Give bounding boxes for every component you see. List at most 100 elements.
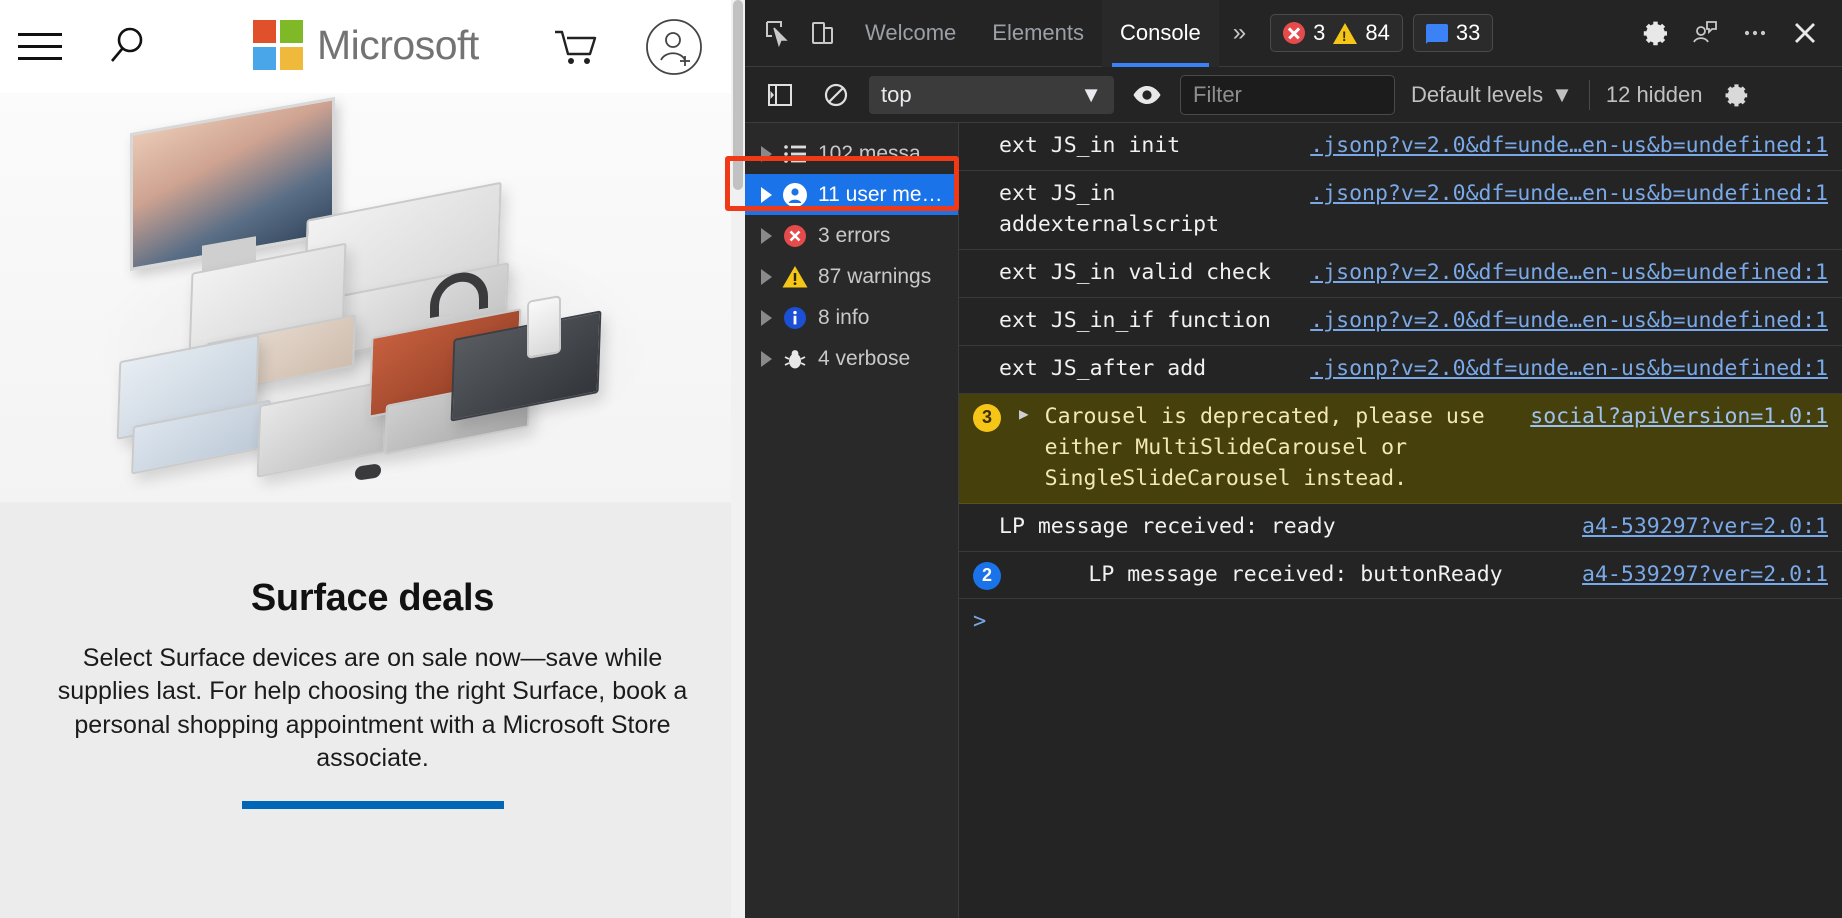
- tab-welcome-label: Welcome: [865, 20, 956, 46]
- tab-console[interactable]: Console: [1102, 0, 1219, 67]
- deals-title: Surface deals: [42, 577, 703, 620]
- microsoft-logo[interactable]: Microsoft: [253, 20, 479, 70]
- console-filter-input[interactable]: [1180, 75, 1395, 115]
- devtools-panel: Welcome Elements Console » 3 84 33: [745, 0, 1842, 918]
- sidebar-item-warnings[interactable]: 87 warnings: [745, 256, 958, 297]
- device-speaker: [527, 295, 561, 359]
- console-message-text: Carousel is deprecated, please use eithe…: [1045, 402, 1519, 495]
- list-icon: [782, 141, 808, 167]
- expand-triangle-icon[interactable]: [761, 146, 772, 162]
- log-levels-label: Default levels: [1411, 82, 1543, 108]
- gear-icon[interactable]: [1632, 10, 1678, 56]
- console-message-text: ext JS_in addexternalscript: [999, 179, 1298, 241]
- shopping-cart-icon[interactable]: [553, 28, 599, 68]
- console-row[interactable]: ext JS_in_if function .jsonp?v=2.0&df=un…: [959, 298, 1842, 346]
- console-row[interactable]: LP message received: ready a4-539297?ver…: [959, 504, 1842, 552]
- microsoft-site-header: Microsoft: [0, 0, 745, 93]
- expand-triangle-icon[interactable]: [761, 228, 772, 244]
- search-icon[interactable]: [104, 23, 150, 69]
- toolbar-divider: [1589, 80, 1590, 110]
- hero-banner: [0, 93, 745, 503]
- surface-deals-section: Surface deals Select Surface devices are…: [0, 503, 745, 918]
- tab-welcome[interactable]: Welcome: [847, 0, 974, 67]
- repeat-count-badge: 2: [973, 562, 1001, 590]
- expand-triangle-icon[interactable]: ▶: [1019, 402, 1029, 425]
- deals-cta-button[interactable]: [242, 801, 504, 809]
- sidebar-item-errors-label: 3 errors: [818, 224, 890, 248]
- inspect-element-icon[interactable]: [755, 10, 801, 56]
- sidebar-item-info-label: 8 info: [818, 306, 869, 330]
- warning-icon: [1333, 23, 1357, 44]
- page-scrollbar-thumb[interactable]: [733, 0, 743, 190]
- execution-context-value: top: [881, 82, 912, 108]
- console-source-link[interactable]: .jsonp?v=2.0&df=unde…en-us&b=undefined:1: [1310, 354, 1828, 385]
- console-source-link[interactable]: .jsonp?v=2.0&df=unde…en-us&b=undefined:1: [1310, 306, 1828, 337]
- console-row[interactable]: ext JS_in valid check .jsonp?v=2.0&df=un…: [959, 250, 1842, 298]
- execution-context-select[interactable]: top ▼: [869, 76, 1114, 114]
- error-icon: [782, 223, 808, 249]
- sidebar-item-warnings-label: 87 warnings: [818, 265, 931, 289]
- live-expression-icon[interactable]: [1124, 72, 1170, 118]
- sidebar-item-messages[interactable]: 102 messa…: [745, 133, 958, 174]
- expand-triangle-icon[interactable]: [761, 310, 772, 326]
- devtools-tabbar: Welcome Elements Console » 3 84 33: [745, 0, 1842, 67]
- brand-name: Microsoft: [317, 22, 479, 69]
- console-source-link[interactable]: social?apiVersion=1.0:1: [1530, 402, 1828, 433]
- clear-console-icon[interactable]: [813, 72, 859, 118]
- sidebar-item-errors[interactable]: 3 errors: [745, 215, 958, 256]
- console-source-link[interactable]: .jsonp?v=2.0&df=unde…en-us&b=undefined:1: [1310, 258, 1828, 289]
- tab-elements[interactable]: Elements: [974, 0, 1102, 67]
- console-row[interactable]: ext JS_in addexternalscript .jsonp?v=2.0…: [959, 171, 1842, 250]
- web-page-viewport: Microsoft: [0, 0, 745, 918]
- sidebar-item-verbose-label: 4 verbose: [818, 347, 910, 371]
- hamburger-icon[interactable]: [18, 26, 62, 66]
- microsoft-squares-icon: [253, 20, 303, 70]
- sidebar-item-messages-label: 102 messa…: [818, 142, 942, 166]
- console-prompt[interactable]: >: [959, 599, 1842, 644]
- console-message-text: ext JS_in_if function: [999, 306, 1271, 337]
- console-source-link[interactable]: a4-539297?ver=2.0:1: [1582, 512, 1828, 543]
- more-options-icon[interactable]: [1732, 10, 1778, 56]
- hidden-messages-count: 12 hidden: [1606, 82, 1703, 108]
- error-count: 3: [1313, 20, 1325, 46]
- page-scrollbar[interactable]: [731, 0, 745, 918]
- device-monitor: [130, 115, 335, 253]
- console-source-link[interactable]: .jsonp?v=2.0&df=unde…en-us&b=undefined:1: [1310, 131, 1828, 162]
- expand-triangle-icon[interactable]: [761, 269, 772, 285]
- console-message-text: ext JS_after add: [999, 354, 1206, 385]
- message-badge[interactable]: 33: [1413, 14, 1493, 52]
- expand-triangle-icon[interactable]: [761, 351, 772, 367]
- console-sidebar-toggle-icon[interactable]: [757, 72, 803, 118]
- user-message-icon: [782, 182, 808, 208]
- more-tabs-icon[interactable]: »: [1219, 19, 1260, 47]
- verbose-bug-icon: [782, 346, 808, 372]
- tabbar-actions: [1632, 10, 1842, 56]
- tab-elements-label: Elements: [992, 20, 1084, 46]
- sidebar-item-verbose[interactable]: 4 verbose: [745, 338, 958, 379]
- sidebar-item-user-messages[interactable]: 11 user me…: [745, 174, 958, 215]
- console-row-warning[interactable]: 3 ▶ Carousel is deprecated, please use e…: [959, 394, 1842, 504]
- close-icon[interactable]: [1782, 10, 1828, 56]
- sidebar-item-info[interactable]: 8 info: [745, 297, 958, 338]
- sidebar-item-user-messages-label: 11 user me…: [818, 183, 943, 207]
- console-source-link[interactable]: .jsonp?v=2.0&df=unde…en-us&b=undefined:1: [1310, 179, 1828, 210]
- account-add-icon[interactable]: [645, 18, 703, 76]
- device-toolbar-icon[interactable]: [801, 10, 847, 56]
- gear-icon[interactable]: [1713, 72, 1759, 118]
- warning-icon: [782, 264, 808, 290]
- error-warning-badge[interactable]: 3 84: [1270, 14, 1403, 52]
- console-message-text: ext JS_in init: [999, 131, 1180, 162]
- console-toolbar: top ▼ Default levels ▼ 12 hidden: [745, 67, 1842, 123]
- console-body: 102 messa… 11 user me…: [745, 123, 1842, 918]
- info-icon: [782, 305, 808, 331]
- console-row[interactable]: 2 LP message received: buttonReady a4-53…: [959, 552, 1842, 600]
- console-source-link[interactable]: a4-539297?ver=2.0:1: [1582, 560, 1828, 591]
- expand-triangle-icon[interactable]: [761, 187, 772, 203]
- feedback-person-icon[interactable]: [1682, 10, 1728, 56]
- log-levels-dropdown[interactable]: Default levels ▼: [1411, 82, 1573, 108]
- repeat-count-badge: 3: [973, 404, 1001, 432]
- message-count: 33: [1456, 20, 1480, 46]
- console-row[interactable]: ext JS_after add .jsonp?v=2.0&df=unde…en…: [959, 346, 1842, 394]
- console-sidebar: 102 messa… 11 user me…: [745, 123, 959, 918]
- console-row[interactable]: ext JS_in init .jsonp?v=2.0&df=unde…en-u…: [959, 123, 1842, 171]
